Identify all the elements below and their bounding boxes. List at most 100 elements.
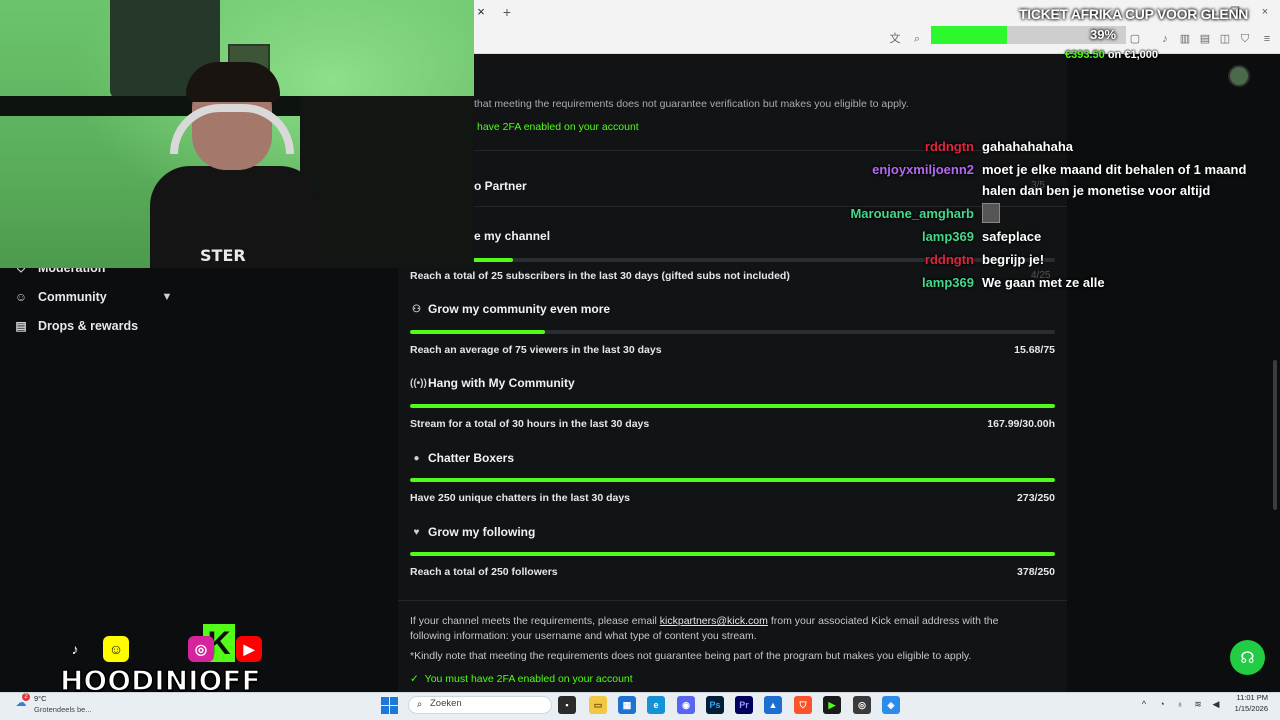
sidebar-icon[interactable]: ▥ <box>1178 32 1192 46</box>
photoshop-icon[interactable]: Ps <box>706 696 724 714</box>
heart-icon: ♥ <box>413 526 420 538</box>
chat-message: Marouane_amgharb <box>840 206 1280 224</box>
goal-progress-fill <box>931 26 1008 44</box>
zoom-icon[interactable]: ⌕ <box>910 32 924 46</box>
chat-username[interactable]: rddngtn <box>925 252 974 267</box>
requirement-title: ♥ Grow my following <box>410 525 536 539</box>
social-overlay: ♪ ☺ K ◎ ▶ HOODINIOFF <box>59 624 280 698</box>
tab-close-icon[interactable]: × <box>474 5 488 19</box>
wallet-icon[interactable]: ◫ <box>1218 32 1232 46</box>
new-tab-icon[interactable]: + <box>500 5 514 19</box>
progress-fill <box>410 552 1055 556</box>
chat-emote <box>982 203 1000 223</box>
microphone-icon[interactable]: ♁ <box>1174 698 1186 710</box>
chat-username[interactable]: Marouane_amgharb <box>850 206 974 221</box>
search-icon: ⌕ <box>416 699 423 710</box>
help-button[interactable]: ☊ <box>1230 640 1265 675</box>
progress-fill <box>410 330 546 334</box>
email-instructions: If your channel meets the requirements, … <box>410 615 998 627</box>
check-icon: ✓ <box>410 673 419 685</box>
requirement-desc: Have 250 unique chatters in the last 30 … <box>410 492 631 504</box>
people-icon: ⚇ <box>412 303 421 315</box>
brave-icon[interactable]: ⛉ <box>794 696 812 714</box>
chat-text: safeplace <box>982 229 1042 244</box>
chevron-down-icon[interactable]: ▼ <box>160 290 174 304</box>
monetize-title-text: e my channel <box>474 229 551 243</box>
shield-icon[interactable]: ⛉ <box>1238 32 1252 46</box>
clock-time[interactable]: 11:01 PM <box>1228 693 1268 702</box>
store-icon[interactable]: ▦ <box>618 696 636 714</box>
file-explorer-icon[interactable]: ▭ <box>589 696 607 714</box>
progress-fill <box>410 404 1055 408</box>
chat-text: begrijp je! <box>982 252 1045 267</box>
scrollbar[interactable] <box>1273 360 1277 510</box>
tiktok-icon: ♪ <box>71 641 79 657</box>
chat-username[interactable]: enjoyxmiljoenn2 <box>872 162 974 177</box>
youtube-icon: ▶ <box>236 636 262 662</box>
weather-temp: 9°C <box>34 694 47 703</box>
top-2fa-note: have 2FA enabled on your account <box>477 121 639 133</box>
extension-icon[interactable]: ▢ <box>1128 32 1142 46</box>
requirement-title-text: Grow my following <box>428 525 536 539</box>
bookmark-icon[interactable]: ♪ <box>1158 32 1172 46</box>
webcam-streamer <box>150 62 320 268</box>
chat-message: lamp369 safeplace <box>860 229 1280 247</box>
goal-current: €393.50 <box>1065 49 1105 61</box>
sidebar-item-community[interactable]: ☺ Community <box>14 287 107 307</box>
requirement-value: 378/250 <box>1017 566 1055 578</box>
people-icon: ☺ <box>14 290 28 304</box>
discord-icon[interactable]: ◉ <box>677 696 695 714</box>
webcam-shirt-text: STER <box>200 246 246 265</box>
translate-icon[interactable]: 文 <box>888 32 902 46</box>
sidebar-item-label: Community <box>38 290 107 304</box>
chat-username[interactable]: rddngtn <box>925 139 974 154</box>
chat-username[interactable]: lamp369 <box>922 229 974 244</box>
start-tile <box>390 697 398 705</box>
menu-icon[interactable]: ≡ <box>1260 32 1274 46</box>
requirement-title: ⚇ Grow my community even more <box>410 302 610 316</box>
partner-email-link[interactable]: kickpartners@kick.com <box>660 615 768 627</box>
goal-separator: on <box>1104 49 1125 61</box>
task-view-icon[interactable]: ▪ <box>558 696 576 714</box>
avatar[interactable] <box>1228 65 1250 87</box>
premiere-icon[interactable]: Pr <box>735 696 753 714</box>
wifi-icon[interactable]: ≋ <box>1192 698 1204 710</box>
sidebar-item-drops[interactable]: ▤ Drops & rewards <box>14 316 138 336</box>
search-placeholder[interactable]: Zoeken <box>430 698 462 709</box>
progress-bar-chatters <box>410 478 1055 482</box>
section-title-partner: o Partner <box>474 179 527 193</box>
network-icon[interactable]: ◔ <box>1156 698 1168 710</box>
broadcast-icon: ((•)) <box>410 377 427 389</box>
chevron-up-icon[interactable]: ^ <box>1138 698 1150 710</box>
chat-text: gahahahahaha <box>982 139 1074 154</box>
start-tile <box>390 706 398 714</box>
download-icon[interactable]: ▤ <box>1198 32 1212 46</box>
kindly-note: *Kindly note that meeting the requiremen… <box>410 650 972 662</box>
volume-icon[interactable]: ◀ <box>1210 698 1222 710</box>
chat-text: moet je elke maand dit behalen of 1 maan… <box>982 162 1247 177</box>
monetize-title: e my channel <box>474 229 550 243</box>
obs-icon[interactable]: ◎ <box>853 696 871 714</box>
email-text-b: from your associated Kick email address … <box>767 615 999 627</box>
requirement-desc: Reach a total of 250 followers <box>410 566 558 578</box>
chat-username[interactable]: lamp369 <box>922 275 974 290</box>
app-icon[interactable]: ◈ <box>882 696 900 714</box>
chat-message: lamp369 We gaan met ze alle <box>860 275 1280 293</box>
requirement-value: 273/250 <box>1017 492 1055 504</box>
instagram-icon: ◎ <box>188 636 214 662</box>
webcam-background <box>300 96 474 268</box>
close-window-icon[interactable]: × <box>1258 5 1272 19</box>
vpn-icon[interactable]: ▲ <box>764 696 782 714</box>
progress-bar-followers <box>410 552 1055 556</box>
weather-text: Grotendeels be... <box>34 705 92 714</box>
edge-icon[interactable]: e <box>647 696 665 714</box>
kick-app-icon[interactable]: ▶ <box>823 696 841 714</box>
chat-text: We gaan met ze alle <box>982 275 1105 290</box>
requirement-title: ● Chatter Boxers <box>410 451 514 465</box>
clock-date[interactable]: 1/15/2026 <box>1228 704 1268 713</box>
headset-icon: ☊ <box>1240 649 1255 667</box>
requirement-title-text: Chatter Boxers <box>428 451 515 465</box>
chat-icon: ● <box>413 452 420 464</box>
start-button[interactable] <box>381 697 398 714</box>
divider <box>398 600 1067 601</box>
